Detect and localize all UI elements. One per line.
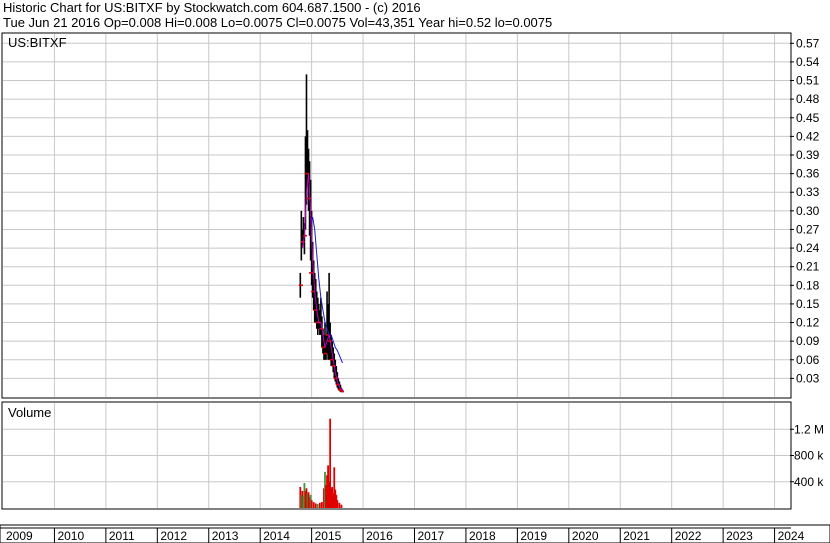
year-tick-label: 2015 xyxy=(315,529,342,543)
price-tick-label: 0.06 xyxy=(796,353,820,367)
price-tick-label: 0.24 xyxy=(796,241,820,255)
price-tick-label: 0.51 xyxy=(796,74,820,88)
price-tick-label: 0.15 xyxy=(796,297,820,311)
volume-y-axis-ticks: 400 k 800 k 1.2 M xyxy=(790,422,824,489)
year-tick-label: 2012 xyxy=(160,529,187,543)
year-tick-label: 2024 xyxy=(778,529,805,543)
price-y-axis-ticks: 0.03 0.06 0.09 0.12 0.15 0.18 0.21 0.24 0.27 0.30… xyxy=(790,36,820,385)
volume-tick-label: 400 k xyxy=(794,475,824,489)
year-tick-label: 2019 xyxy=(520,529,547,543)
price-tick-label: 0.30 xyxy=(796,204,820,218)
price-tick-label: 0.21 xyxy=(796,260,820,274)
price-panel-symbol-label: US:BITXF xyxy=(8,35,67,50)
year-tick-label: 2023 xyxy=(726,529,753,543)
price-tick-label: 0.57 xyxy=(796,36,820,50)
year-tick-label: 2009 xyxy=(6,529,33,543)
chart-window: Historic Chart for US:BITXF by Stockwatc… xyxy=(0,0,830,543)
price-tick-label: 0.48 xyxy=(796,92,820,106)
price-tick-label: 0.03 xyxy=(796,371,820,385)
price-tick-label: 0.09 xyxy=(796,334,820,348)
year-tick-label: 2016 xyxy=(366,529,393,543)
price-tick-label: 0.12 xyxy=(796,316,820,330)
stock-chart-svg: 0.03 0.06 0.09 0.12 0.15 0.18 0.21 0.24 0.27 0.30… xyxy=(0,32,830,543)
volume-tick-label: 1.2 M xyxy=(794,422,824,436)
volume-panel-title: Volume xyxy=(8,405,51,420)
price-tick-label: 0.36 xyxy=(796,167,820,181)
year-tick-label: 2021 xyxy=(623,529,650,543)
year-tick-label: 2014 xyxy=(263,529,290,543)
year-tick-label: 2010 xyxy=(57,529,84,543)
year-tick-label: 2020 xyxy=(572,529,599,543)
price-tick-label: 0.42 xyxy=(796,129,820,143)
year-tick-label: 2018 xyxy=(469,529,496,543)
price-tick-label: 0.27 xyxy=(796,222,820,236)
price-tick-label: 0.45 xyxy=(796,111,820,125)
price-tick-label: 0.33 xyxy=(796,185,820,199)
year-tick-label: 2022 xyxy=(675,529,702,543)
year-tick-label: 2013 xyxy=(212,529,239,543)
price-tick-label: 0.39 xyxy=(796,148,820,162)
price-panel-frame xyxy=(1,32,792,399)
year-tick-label: 2017 xyxy=(418,529,445,543)
price-tick-label: 0.54 xyxy=(796,55,820,69)
volume-tick-label: 800 k xyxy=(794,449,824,463)
year-tick-label: 2011 xyxy=(109,529,135,543)
price-tick-label: 0.18 xyxy=(796,278,820,292)
